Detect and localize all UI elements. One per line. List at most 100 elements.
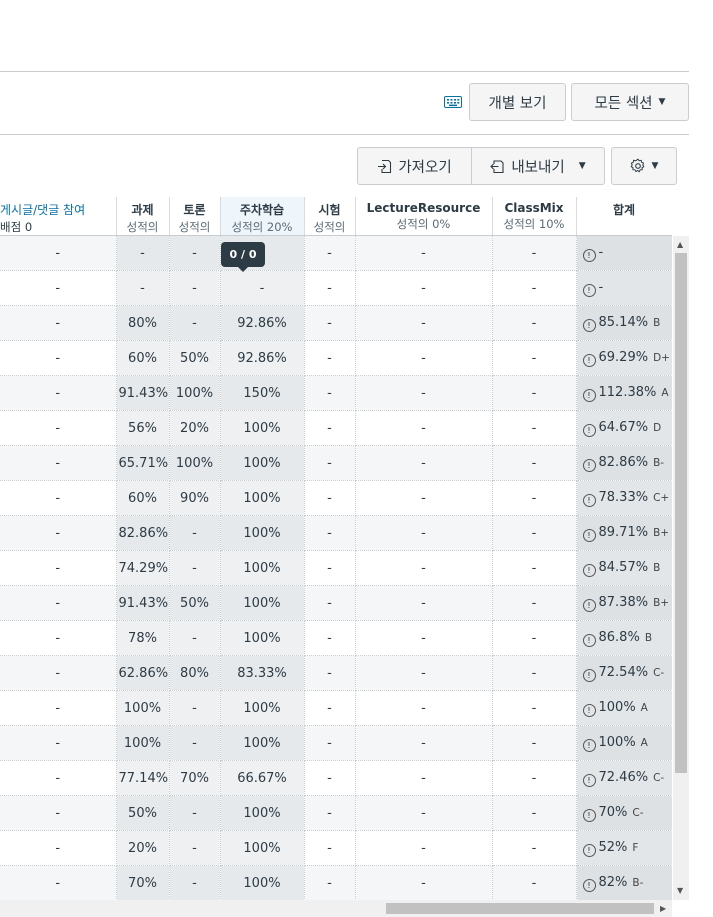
grade-cell-post-participation[interactable]: -	[0, 830, 117, 866]
grade-cell-weekly-learning[interactable]: 92.86%	[220, 305, 305, 341]
grade-cell-weekly-learning[interactable]: 100%	[220, 795, 305, 831]
grade-cell-exam[interactable]: -	[304, 585, 356, 621]
grade-cell-lecture-resource[interactable]: -	[355, 655, 493, 691]
grade-cell-weekly-learning[interactable]: 66.67%	[220, 760, 305, 796]
grade-cell-assignments[interactable]: 91.43%	[116, 585, 170, 621]
grade-cell-weekly-learning[interactable]: 100%	[220, 725, 305, 761]
grade-cell-classmix[interactable]: -	[492, 550, 577, 586]
grade-cell-post-participation[interactable]: -	[0, 235, 117, 271]
grade-cell-lecture-resource[interactable]: -	[355, 830, 493, 866]
grade-cell-post-participation[interactable]: -	[0, 550, 117, 586]
grade-cell-exam[interactable]: -	[304, 830, 356, 866]
grade-cell-assignments[interactable]: 20%	[116, 830, 170, 866]
grade-cell-lecture-resource[interactable]: -	[355, 585, 493, 621]
grade-cell-assignments[interactable]: 56%	[116, 410, 170, 446]
grade-cell-discussion[interactable]: -	[169, 690, 221, 726]
settings-button[interactable]: ▼	[611, 147, 677, 185]
grade-cell-exam[interactable]: -	[304, 340, 356, 376]
grade-cell-assignments[interactable]: 78%	[116, 620, 170, 656]
grade-cell-total[interactable]: ! 112.38% A	[576, 375, 672, 411]
grade-cell-total[interactable]: ! 84.57% B	[576, 550, 672, 586]
grade-cell-discussion[interactable]: -	[169, 305, 221, 341]
grade-cell-exam[interactable]: -	[304, 550, 356, 586]
grade-cell-discussion[interactable]: -	[169, 865, 221, 900]
grade-cell-total[interactable]: ! 72.54% C-	[576, 655, 672, 691]
grade-cell-post-participation[interactable]: -	[0, 655, 117, 691]
scroll-right-icon[interactable]: ▶	[660, 904, 666, 913]
grade-cell-total[interactable]: ! -	[576, 270, 672, 306]
grade-cell-assignments[interactable]: 60%	[116, 340, 170, 376]
grade-cell-lecture-resource[interactable]: -	[355, 235, 493, 271]
grade-cell-post-participation[interactable]: -	[0, 515, 117, 551]
grade-cell-lecture-resource[interactable]: -	[355, 795, 493, 831]
grade-cell-post-participation[interactable]: -	[0, 305, 117, 341]
grade-cell-discussion[interactable]: 100%	[169, 445, 221, 481]
grade-cell-weekly-learning[interactable]: 100%	[220, 550, 305, 586]
grade-cell-exam[interactable]: -	[304, 865, 356, 900]
grade-cell-lecture-resource[interactable]: -	[355, 445, 493, 481]
grade-cell-lecture-resource[interactable]: -	[355, 515, 493, 551]
grade-cell-total[interactable]: ! 100% A	[576, 725, 672, 761]
scroll-up-icon[interactable]: ▲	[677, 240, 683, 249]
import-button[interactable]: 가져오기	[357, 147, 472, 185]
grade-cell-discussion[interactable]: 20%	[169, 410, 221, 446]
grade-cell-weekly-learning[interactable]: -	[220, 270, 305, 306]
grade-cell-total[interactable]: ! -	[576, 235, 672, 271]
grade-cell-classmix[interactable]: -	[492, 515, 577, 551]
grade-cell-exam[interactable]: -	[304, 235, 356, 271]
grade-cell-classmix[interactable]: -	[492, 375, 577, 411]
grade-cell-lecture-resource[interactable]: -	[355, 305, 493, 341]
grade-cell-post-participation[interactable]: -	[0, 690, 117, 726]
col-header-exam[interactable]: 시험 성적의	[304, 197, 356, 236]
grade-cell-discussion[interactable]: -	[169, 795, 221, 831]
grade-cell-exam[interactable]: -	[304, 375, 356, 411]
grade-cell-classmix[interactable]: -	[492, 235, 577, 271]
grade-cell-discussion[interactable]: -	[169, 235, 221, 271]
grade-cell-classmix[interactable]: -	[492, 830, 577, 866]
col-header-discussion[interactable]: 토론 성적의	[169, 197, 221, 236]
grade-cell-discussion[interactable]: 100%	[169, 375, 221, 411]
grade-cell-assignments[interactable]: 62.86%	[116, 655, 170, 691]
grade-cell-assignments[interactable]: -	[116, 270, 170, 306]
grade-cell-assignments[interactable]: 77.14%	[116, 760, 170, 796]
grade-cell-exam[interactable]: -	[304, 445, 356, 481]
grade-cell-post-participation[interactable]: -	[0, 585, 117, 621]
grade-cell-assignments[interactable]: 65.71%	[116, 445, 170, 481]
col-header-assignments[interactable]: 과제 성적의	[116, 197, 170, 236]
grade-cell-weekly-learning[interactable]: 100%	[220, 830, 305, 866]
grade-cell-assignments[interactable]: 70%	[116, 865, 170, 900]
grade-cell-lecture-resource[interactable]: -	[355, 550, 493, 586]
grade-cell-exam[interactable]: -	[304, 760, 356, 796]
grade-cell-total[interactable]: ! 69.29% D+	[576, 340, 672, 376]
grade-cell-weekly-learning[interactable]: 150%	[220, 375, 305, 411]
horizontal-scroll-thumb[interactable]	[386, 903, 654, 914]
grade-cell-weekly-learning[interactable]: 92.86%	[220, 340, 305, 376]
grade-cell-lecture-resource[interactable]: -	[355, 620, 493, 656]
grade-cell-discussion[interactable]: 50%	[169, 340, 221, 376]
grade-cell-lecture-resource[interactable]: -	[355, 410, 493, 446]
grade-cell-total[interactable]: ! 82.86% B-	[576, 445, 672, 481]
grade-cell-lecture-resource[interactable]: -	[355, 690, 493, 726]
col-header-post-participation[interactable]: 게시글/댓글 참여 배점 0	[0, 197, 117, 236]
grade-cell-weekly-learning[interactable]: 100%	[220, 865, 305, 900]
grade-cell-weekly-learning[interactable]: 100%	[220, 515, 305, 551]
grade-cell-classmix[interactable]: -	[492, 340, 577, 376]
grade-cell-exam[interactable]: -	[304, 410, 356, 446]
grade-cell-weekly-learning[interactable]: 100%	[220, 585, 305, 621]
grade-cell-lecture-resource[interactable]: -	[355, 725, 493, 761]
grade-cell-weekly-learning[interactable]: 100%	[220, 690, 305, 726]
grade-cell-total[interactable]: ! 82% B-	[576, 865, 672, 900]
grade-cell-discussion[interactable]: 70%	[169, 760, 221, 796]
grade-cell-exam[interactable]: -	[304, 270, 356, 306]
grade-cell-assignments[interactable]: 60%	[116, 480, 170, 516]
grade-cell-total[interactable]: ! 78.33% C+	[576, 480, 672, 516]
grade-cell-total[interactable]: ! 64.67% D	[576, 410, 672, 446]
grade-cell-total[interactable]: ! 89.71% B+	[576, 515, 672, 551]
grade-cell-lecture-resource[interactable]: -	[355, 375, 493, 411]
grade-cell-discussion[interactable]: 50%	[169, 585, 221, 621]
grade-cell-weekly-learning[interactable]: 83.33%	[220, 655, 305, 691]
grade-cell-assignments[interactable]: 91.43%	[116, 375, 170, 411]
grade-cell-post-participation[interactable]: -	[0, 445, 117, 481]
grade-cell-assignments[interactable]: 80%	[116, 305, 170, 341]
grade-cell-post-participation[interactable]: -	[0, 340, 117, 376]
